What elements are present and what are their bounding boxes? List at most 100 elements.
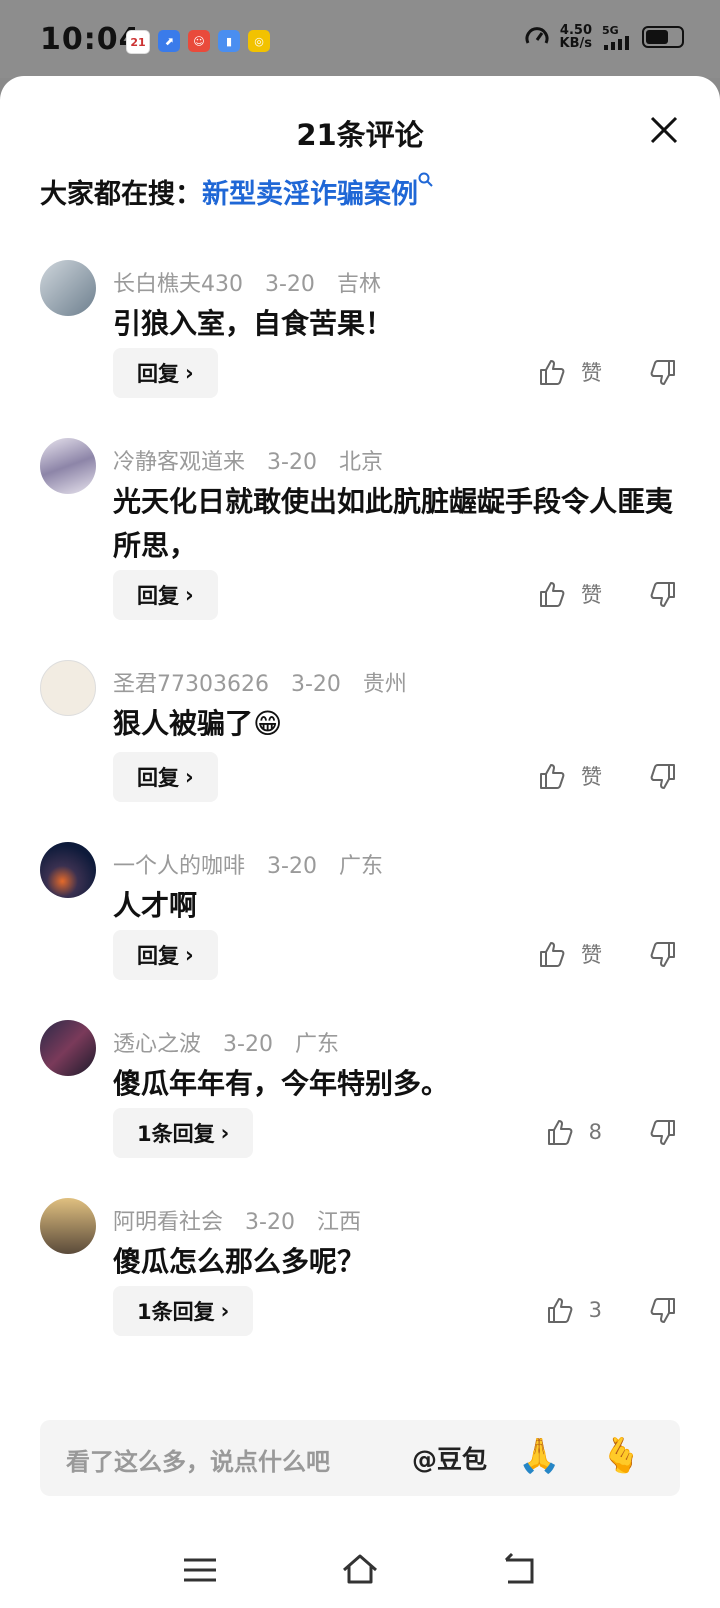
avatar[interactable] <box>40 660 96 716</box>
comment-username[interactable]: 长白樵夫430 <box>113 272 243 297</box>
chevron-right-icon: › <box>185 583 194 607</box>
signal-indicator: 5G <box>602 25 632 50</box>
comment-meta: 长白樵夫430 3-20 吉林 <box>113 266 403 298</box>
avatar[interactable] <box>40 438 96 494</box>
thumbs-up-icon <box>540 764 565 789</box>
signal-bars-icon <box>604 35 629 50</box>
search-icon <box>418 172 433 187</box>
comment-location: 吉林 <box>336 272 381 297</box>
heart-fingers-emoji-button[interactable]: 🫰 <box>600 1436 642 1476</box>
comment-username[interactable]: 一个人的咖啡 <box>113 854 245 879</box>
reply-button[interactable]: 回复 › <box>113 570 218 620</box>
thumbs-down-icon[interactable] <box>648 1296 678 1326</box>
thumbs-down-icon[interactable] <box>648 580 678 610</box>
comment-date: 3-20 <box>265 272 315 297</box>
file-app-icon: ▮ <box>218 30 240 52</box>
comment-meta: 一个人的咖啡 3-20 广东 <box>113 848 405 880</box>
comment-date: 3-20 <box>267 450 317 475</box>
comment-text: 傻瓜年年有，今年特别多。 <box>113 1067 450 1100</box>
reply-button[interactable]: 1条回复 › <box>113 1286 254 1336</box>
comment-meta: 冷静客观道来 3-20 北京 <box>113 444 405 476</box>
thumbs-down-icon[interactable] <box>648 1118 678 1148</box>
reply-button[interactable]: 回复 › <box>113 348 218 398</box>
thumbs-up-icon <box>547 1120 573 1145</box>
thumbs-down-icon[interactable] <box>648 762 678 792</box>
comments-sheet: 21条评论 大家都在搜：新型卖淫诈骗案例 长白樵夫430 3-20 吉林 引狼入室，… <box>0 76 720 1608</box>
like-count: 8 <box>588 1120 602 1144</box>
like-label: 赞 <box>581 583 602 607</box>
speed-unit: KB/s <box>559 36 592 51</box>
chevron-right-icon: › <box>185 943 194 967</box>
reply-label: 1条回复 <box>137 1122 215 1146</box>
comment-username[interactable]: 阿明看社会 <box>113 1210 223 1235</box>
comment-text: 引狼入室，自食苦果！ <box>113 307 394 340</box>
thumbs-down-icon[interactable] <box>648 940 678 970</box>
comment-input-placeholder[interactable]: 看了这么多，说点什么吧 <box>66 1442 330 1477</box>
comment-date: 3-20 <box>245 1210 295 1235</box>
comment-username[interactable]: 冷静客观道来 <box>113 450 245 475</box>
comment-meta: 圣君77303626 3-20 贵州 <box>113 666 429 698</box>
comment-text: 光天化日就敢使出如此肮脏龌龊手段令人匪夷所思， <box>113 485 674 562</box>
reply-label: 1条回复 <box>137 1300 215 1324</box>
comment-username[interactable]: 圣君77303626 <box>113 672 269 697</box>
sheet-title: 21条评论 <box>296 118 424 152</box>
system-nav-bar <box>0 1530 720 1608</box>
calendar-icon: 21 <box>126 30 150 54</box>
trending-search: 大家都在搜：新型卖淫诈骗案例 <box>40 172 434 211</box>
mention-doubao-button[interactable]: @豆包 <box>412 1440 487 1476</box>
reply-button[interactable]: 回复 › <box>113 930 218 980</box>
comment-username[interactable]: 透心之波 <box>113 1032 201 1057</box>
reply-label: 回复 <box>137 362 179 386</box>
chevron-right-icon: › <box>185 361 194 385</box>
thumbs-up-icon <box>540 942 565 967</box>
comment-date: 3-20 <box>290 672 341 697</box>
thumbs-down-icon[interactable] <box>648 358 678 388</box>
comment-location: 北京 <box>338 450 383 475</box>
like-label: 赞 <box>581 943 602 967</box>
reply-label: 回复 <box>137 584 179 608</box>
comment-text: 傻瓜怎么那么多呢？ <box>113 1245 366 1278</box>
news-app-icon: ☺ <box>188 30 210 52</box>
like-button[interactable]: 3 <box>545 1295 602 1325</box>
chevron-right-icon: › <box>220 1299 230 1323</box>
comment-text: 狠人被骗了😁 <box>113 707 283 740</box>
notification-icons: 21 ⬈ ☺ ▮ ◎ <box>126 30 270 54</box>
speed-gauge-icon <box>525 27 549 44</box>
pray-emoji-button[interactable]: 🙏 <box>518 1436 560 1476</box>
thumbs-up-icon <box>547 1298 573 1323</box>
reply-button[interactable]: 回复 › <box>113 752 218 802</box>
back-icon[interactable] <box>498 1548 542 1592</box>
like-button[interactable]: 赞 <box>537 761 602 791</box>
like-button[interactable]: 8 <box>545 1117 602 1147</box>
avatar[interactable] <box>40 1020 96 1076</box>
trending-prefix: 大家都在搜： <box>40 179 202 210</box>
browser-app-icon: ⬈ <box>158 30 180 52</box>
comment-location: 广东 <box>338 854 383 879</box>
notes-app-icon: ◎ <box>248 30 270 52</box>
chevron-right-icon: › <box>185 765 194 789</box>
comment-date: 3-20 <box>223 1032 273 1057</box>
reply-label: 回复 <box>137 944 179 968</box>
comment-meta: 阿明看社会 3-20 江西 <box>113 1204 383 1236</box>
avatar[interactable] <box>40 842 96 898</box>
reply-label: 回复 <box>137 766 179 790</box>
like-label: 赞 <box>581 361 602 385</box>
like-button[interactable]: 赞 <box>537 357 602 387</box>
comment-meta: 透心之波 3-20 广东 <box>113 1026 361 1058</box>
thumbs-up-icon <box>540 360 565 385</box>
home-icon[interactable] <box>338 1548 382 1592</box>
reply-button[interactable]: 1条回复 › <box>113 1108 254 1158</box>
avatar[interactable] <box>40 260 96 316</box>
like-button[interactable]: 赞 <box>537 939 602 969</box>
trending-search-link[interactable]: 新型卖淫诈骗案例 <box>202 179 418 210</box>
close-icon[interactable] <box>648 114 680 146</box>
chevron-right-icon: › <box>220 1121 230 1145</box>
comment-location: 广东 <box>294 1032 339 1057</box>
avatar[interactable] <box>40 1198 96 1254</box>
comment-input-bar[interactable]: 看了这么多，说点什么吧 @豆包 🙏 🫰 <box>40 1420 680 1496</box>
thumbs-up-icon <box>540 582 565 607</box>
like-button[interactable]: 赞 <box>537 579 602 609</box>
network-speed: 4.50 KB/s <box>560 24 592 50</box>
menu-icon[interactable] <box>178 1548 222 1592</box>
status-bar: 10:04 21 ⬈ ☺ ▮ ◎ 4.50 KB/s 5G <box>0 0 720 78</box>
